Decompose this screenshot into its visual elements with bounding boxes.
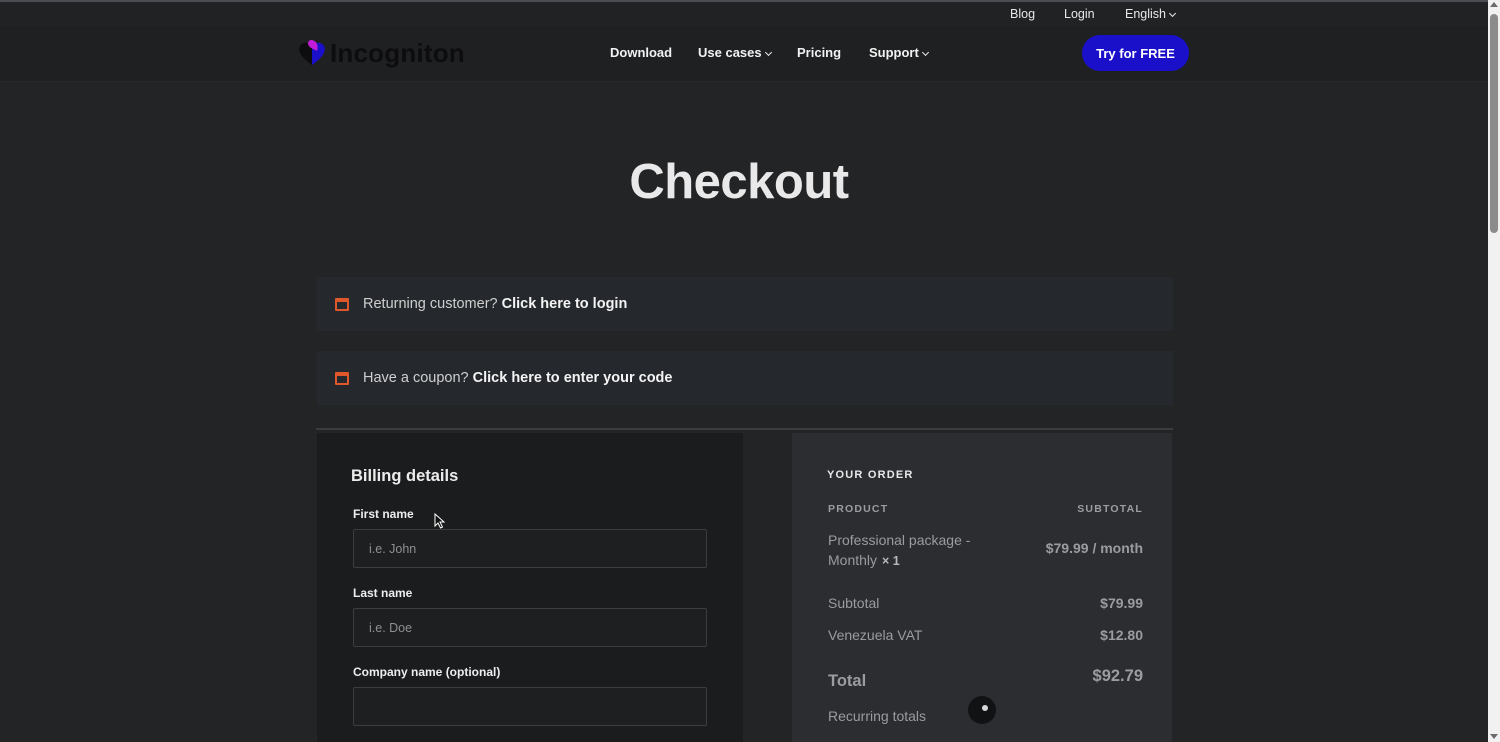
language-label: English — [1125, 7, 1166, 21]
site-header: Incogniton Download Use cases Pricing Su… — [0, 26, 1488, 82]
page-title: Checkout — [629, 155, 849, 209]
page-scrollbar[interactable] — [1488, 0, 1500, 742]
subtotal-column-header: SUBTOTAL — [1077, 503, 1143, 515]
returning-customer-notice: Returning customer? Click here to login — [317, 277, 1173, 331]
order-item-qty: × 1 — [882, 554, 900, 568]
nav-download[interactable]: Download — [610, 45, 672, 60]
incogniton-logo-icon — [299, 40, 325, 65]
vat-value: $12.80 — [1100, 627, 1143, 643]
coupon-label: Have a coupon? — [363, 370, 469, 386]
last-name-input[interactable] — [353, 608, 707, 647]
nav-use-cases-label: Use cases — [698, 45, 762, 60]
mouse-cursor-icon — [434, 513, 446, 529]
chevron-down-icon — [1168, 9, 1177, 18]
first-name-label: First name — [353, 507, 414, 521]
try-for-free-button[interactable]: Try for FREE — [1082, 35, 1189, 71]
logo[interactable]: Incogniton — [297, 36, 465, 70]
billing-details-panel: Billing details First name Last name Com… — [317, 433, 743, 742]
total-label: Total — [828, 672, 867, 690]
loading-spinner-icon — [968, 696, 996, 724]
last-name-label: Last name — [353, 586, 413, 600]
coupon-notice: Have a coupon? Click here to enter your … — [317, 351, 1173, 405]
language-selector[interactable]: English — [1125, 7, 1177, 21]
subtotal-label: Subtotal — [828, 595, 880, 611]
logo-text: Incogniton — [330, 37, 465, 68]
order-title: YOUR ORDER — [827, 469, 914, 481]
scrollbar-thumb[interactable] — [1490, 14, 1498, 233]
order-summary-panel: YOUR ORDER PRODUCT SUBTOTAL Professional… — [792, 433, 1172, 742]
returning-customer-text: Returning customer? Click here to login — [363, 296, 627, 312]
login-link[interactable]: Click here to login — [502, 296, 628, 312]
nav-support[interactable]: Support — [869, 45, 929, 60]
window-icon — [335, 371, 349, 385]
billing-title: Billing details — [351, 467, 459, 485]
returning-customer-label: Returning customer? — [363, 296, 498, 312]
coupon-text: Have a coupon? Click here to enter your … — [363, 370, 672, 386]
order-item-price: $79.99 / month — [1045, 540, 1143, 556]
window-icon — [335, 297, 349, 311]
subtotal-value: $79.99 — [1100, 595, 1143, 611]
nav-use-cases[interactable]: Use cases — [698, 45, 772, 60]
recurring-totals-label: Recurring totals — [828, 708, 927, 724]
scroll-down-arrow-icon[interactable] — [1490, 734, 1498, 739]
product-column-header: PRODUCT — [828, 503, 889, 515]
company-name-input[interactable] — [353, 687, 707, 726]
nav-support-label: Support — [869, 45, 919, 60]
total-value: $92.79 — [1092, 667, 1143, 685]
company-name-label: Company name (optional) — [353, 665, 501, 679]
chevron-down-icon — [764, 48, 772, 57]
first-name-input[interactable] — [353, 529, 707, 568]
scroll-up-arrow-icon[interactable] — [1490, 2, 1498, 7]
order-item: Professional package - Monthly × 1 — [828, 530, 998, 571]
nav-pricing[interactable]: Pricing — [797, 45, 841, 60]
enter-coupon-link[interactable]: Click here to enter your code — [473, 370, 673, 386]
vat-label: Venezuela VAT — [828, 627, 923, 643]
login-link[interactable]: Login — [1064, 7, 1095, 21]
divider — [316, 428, 1173, 430]
blog-link[interactable]: Blog — [1010, 7, 1035, 21]
top-utility-bar: Blog Login English — [0, 2, 1488, 26]
chevron-down-icon — [921, 48, 929, 57]
